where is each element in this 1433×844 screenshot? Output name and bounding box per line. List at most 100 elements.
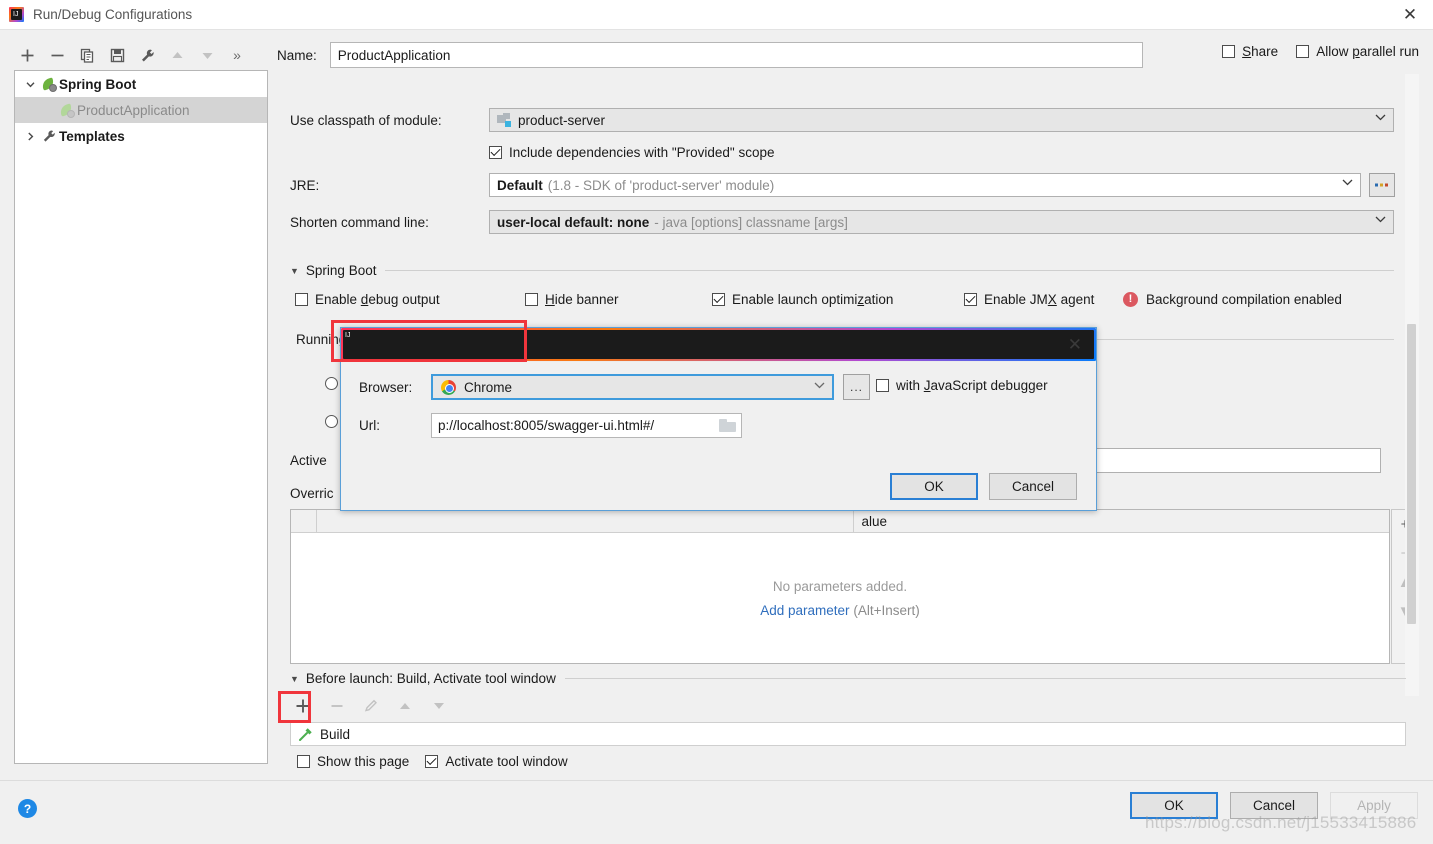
name-input[interactable]: ProductApplication [329, 42, 1143, 68]
chrome-icon [441, 379, 456, 395]
checkbox-box [1296, 45, 1310, 58]
wrench-icon[interactable] [134, 42, 160, 68]
error-circle-icon: ! [1123, 292, 1138, 307]
configurations-tree: Spring Boot ProductApplication Templates [14, 70, 268, 764]
add-parameter-row: Add parameter (Alt+Insert) [760, 603, 919, 618]
update-policy-radio-2[interactable] [325, 415, 338, 428]
chevron-down-icon[interactable] [1375, 215, 1386, 226]
add-parameter-link[interactable]: Add parameter [760, 603, 849, 618]
run-debug-configurations-window: IJ Run/Debug Configurations ✕ » Spring B… [0, 0, 1433, 844]
configurations-toolbar: » [14, 41, 272, 69]
triangle-down-icon[interactable]: ▼ [290, 266, 299, 276]
spring-boot-icon [39, 76, 59, 92]
jre-value: Default [497, 177, 543, 193]
tree-node-label: Templates [59, 128, 125, 144]
dialog-ok-button[interactable]: OK [890, 473, 978, 500]
save-icon[interactable] [104, 42, 130, 68]
tree-node-templates[interactable]: Templates [15, 123, 267, 149]
classpath-combo[interactable]: product-server [489, 108, 1394, 132]
move-up-button[interactable] [164, 42, 190, 68]
tree-node-productapplication[interactable]: ProductApplication [15, 97, 267, 123]
shorten-command-line-combo[interactable]: user-local default: none - java [options… [489, 210, 1394, 234]
share-checkbox[interactable]: Share [1222, 44, 1278, 59]
with-javascript-debugger-checkbox[interactable]: with JavaScript debugger [876, 378, 1048, 393]
enable-debug-output-label: Enable debug output [315, 292, 440, 307]
url-input[interactable]: p://localhost:8005/swagger-ui.html#/ [431, 413, 742, 438]
spring-boot-section-title: Spring Boot [305, 263, 377, 278]
spring-boot-icon [57, 102, 77, 118]
jre-combo[interactable]: Default (1.8 - SDK of 'product-server' m… [489, 173, 1361, 197]
move-task-down-button[interactable] [426, 693, 452, 719]
checkbox-box [712, 293, 725, 306]
more-button[interactable]: » [224, 42, 250, 68]
no-parameters-text: No parameters added. [772, 578, 908, 594]
hide-banner-checkbox[interactable]: Hide banner [525, 292, 619, 307]
move-down-button[interactable] [194, 42, 220, 68]
before-launch-section-header: ▼ Before launch: Build, Activate tool wi… [290, 671, 1406, 686]
before-launch-task-list[interactable]: Build [290, 722, 1406, 746]
checkbox-box [964, 293, 977, 306]
add-task-button[interactable] [290, 693, 316, 719]
browser-browse-button[interactable]: ... [843, 374, 870, 400]
enable-debug-output-checkbox[interactable]: Enable debug output [295, 292, 440, 307]
activate-tool-window-label: Activate tool window [445, 754, 568, 769]
window-title: Run/Debug Configurations [33, 7, 193, 22]
show-this-page-label: Show this page [317, 754, 410, 769]
browser-combo[interactable]: Chrome [431, 374, 834, 400]
allow-parallel-run-label: Allow parallel run [1316, 44, 1419, 59]
activate-tool-window-checkbox[interactable]: Activate tool window [425, 754, 568, 769]
chevron-down-icon[interactable] [814, 381, 825, 392]
include-dependencies-checkbox[interactable]: Include dependencies with "Provided" sco… [489, 145, 775, 160]
url-row: Url: p://localhost:8005/swagger-ui.html#… [359, 413, 742, 438]
launch-web-browser-dialog: IJ Launch Web Browser ✕ Browser: Chrome … [331, 320, 1097, 511]
remove-button[interactable] [44, 42, 70, 68]
enable-launch-optimization-label: Enable launch optimization [732, 292, 894, 307]
remove-task-button[interactable] [324, 693, 350, 719]
close-icon[interactable]: ✕ [1068, 335, 1082, 355]
scrollbar-thumb[interactable] [1407, 324, 1416, 624]
add-button[interactable] [14, 42, 40, 68]
checkbox-box [876, 379, 889, 392]
dialog-cancel-button[interactable]: Cancel [989, 473, 1077, 500]
cancel-button[interactable]: Cancel [1230, 792, 1318, 819]
show-this-page-checkbox[interactable]: Show this page [297, 754, 409, 769]
name-row: Name: ProductApplication [277, 41, 1143, 69]
settings-scrollbar[interactable] [1405, 74, 1419, 696]
triangle-down-icon[interactable]: ▼ [290, 674, 299, 684]
checkbox-box [297, 755, 310, 768]
folder-icon[interactable] [719, 419, 736, 432]
active-profiles-label: Active [290, 453, 327, 468]
shorten-value-hint: - java [options] classname [args] [654, 214, 848, 230]
copy-icon[interactable] [74, 42, 100, 68]
enable-launch-optimization-checkbox[interactable]: Enable launch optimization [712, 292, 893, 307]
enable-jmx-agent-checkbox[interactable]: Enable JMX agent [964, 292, 1094, 307]
allow-parallel-run-checkbox[interactable]: Allow parallel run [1296, 44, 1419, 59]
before-launch-task-label: Build [320, 726, 351, 742]
dialog-title-bar: IJ Launch Web Browser ✕ [331, 320, 1096, 362]
chevron-down-icon[interactable] [21, 80, 39, 89]
parameters-table-body: No parameters added. Add parameter (Alt+… [291, 533, 1389, 663]
move-task-up-button[interactable] [392, 693, 418, 719]
shorten-command-line-label: Shorten command line: [290, 214, 429, 230]
browser-label: Browser: [359, 379, 413, 395]
enable-jmx-agent-label: Enable JMX agent [984, 292, 1095, 307]
wrench-icon [39, 129, 59, 143]
pencil-icon[interactable] [358, 693, 384, 719]
before-launch-options: Show this page Activate tool window [297, 754, 568, 769]
chevron-right-icon[interactable] [21, 131, 39, 141]
tree-node-spring-boot[interactable]: Spring Boot [15, 71, 267, 97]
help-icon[interactable]: ? [18, 799, 37, 818]
chevron-down-icon[interactable] [1342, 178, 1353, 189]
build-hammer-icon [298, 727, 313, 742]
before-launch-toolbar [290, 693, 452, 719]
ok-button[interactable]: OK [1130, 792, 1218, 819]
classpath-value: product-server [518, 112, 606, 128]
parameters-table-header: alue [291, 510, 1389, 533]
jre-row: JRE: Default (1.8 - SDK of 'product-serv… [290, 173, 1395, 197]
close-icon[interactable]: ✕ [1387, 0, 1433, 30]
apply-button[interactable]: Apply [1330, 792, 1418, 819]
checkbox-box [525, 293, 538, 306]
chevron-down-icon[interactable] [1375, 113, 1386, 124]
update-policy-radio-1[interactable] [325, 377, 338, 390]
jre-browse-button[interactable] [1369, 173, 1395, 197]
